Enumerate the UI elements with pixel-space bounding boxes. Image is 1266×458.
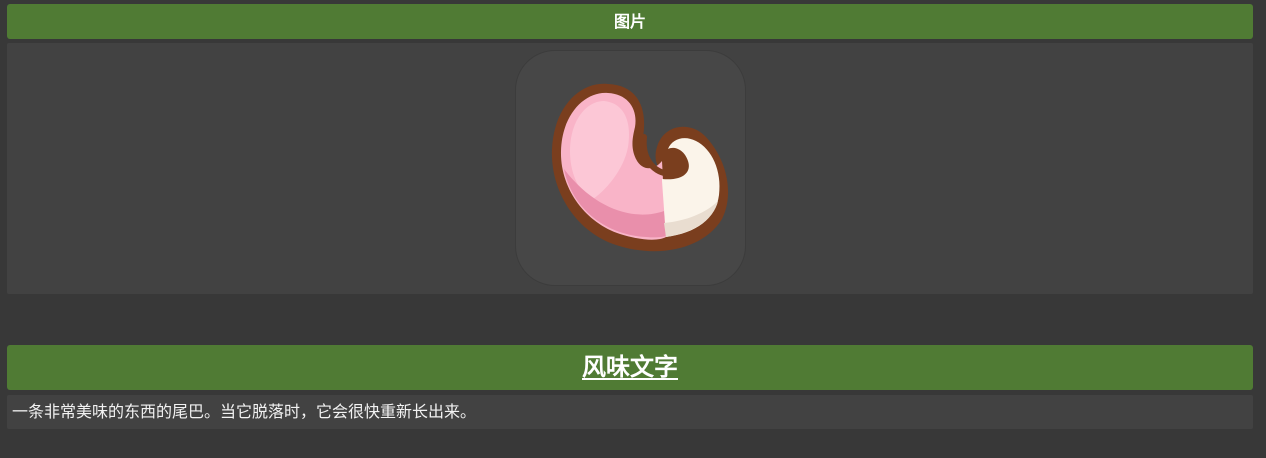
image-section-body xyxy=(7,43,1253,294)
item-image-tile xyxy=(515,50,746,286)
pink-tail-icon xyxy=(551,83,729,252)
image-section-title: 图片 xyxy=(613,12,646,31)
image-section-header: 图片 xyxy=(7,4,1253,39)
flavor-section-title-link[interactable]: 风味文字 xyxy=(582,353,678,381)
flavor-section-header: 风味文字 xyxy=(7,345,1253,390)
flavor-text: 一条非常美味的东西的尾巴。当它脱落时，它会很快重新长出来。 xyxy=(7,395,1253,429)
